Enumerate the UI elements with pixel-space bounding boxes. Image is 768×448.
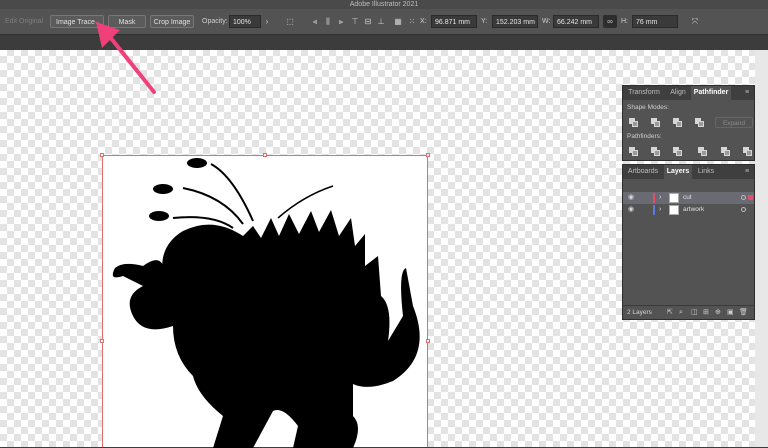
tab-layers[interactable]: Layers [664,165,692,179]
edit-original-button[interactable]: Edit Original [5,15,45,28]
align-bottom-icon[interactable]: ⊥ [376,15,386,28]
align-left-icon[interactable]: ⫷ [310,15,320,28]
expand-button[interactable]: Expand [715,117,753,128]
layer-name[interactable]: artwork [683,204,704,216]
intersect-icon[interactable] [673,118,683,127]
x-input[interactable]: 96.871 mm [431,15,477,28]
selection-handle-ml[interactable] [100,339,104,343]
expand-arrow-icon[interactable]: › [659,192,661,204]
layer-row-artwork[interactable]: ◉ › artwork [623,204,754,216]
divide-icon[interactable] [629,147,639,156]
align-top-icon[interactable]: ⊤ [350,15,360,28]
opacity-input[interactable]: 100% [229,15,261,28]
opacity-label: Opacity: [202,18,228,25]
minus-back-icon[interactable] [743,147,753,156]
new-page-icon[interactable]: ▣ [727,306,734,319]
outline-icon[interactable] [721,147,731,156]
artboard[interactable] [102,155,429,448]
align-center-icon[interactable]: ⫼ [323,15,333,28]
image-trace-label: Image Trace [56,19,95,26]
exclude-icon[interactable] [695,118,705,127]
expand-arrow-icon[interactable]: › [659,204,661,216]
unite-icon[interactable] [629,118,639,127]
w-input[interactable]: 66.242 mm [553,15,599,28]
clipping-mask-icon[interactable]: ◫ [691,306,698,319]
trim-icon[interactable] [651,147,661,156]
pathfinder-panel: Transform Align Pathfinder ≡ Shape Modes… [622,85,755,161]
reference-point-icon[interactable]: ⁙ [406,15,418,28]
merge-icon[interactable] [673,147,683,156]
layer-color-swatch [653,205,655,215]
chevron-right-icon[interactable]: › [262,15,272,28]
transform-options-icon[interactable]: ⤧ [688,15,702,28]
pathfinder-tabs: Transform Align Pathfinder ≡ [623,86,754,100]
shape-modes-label: Shape Modes: [627,104,669,111]
annotation-arrow-icon [96,22,156,94]
tab-pathfinder[interactable]: Pathfinder [691,86,731,100]
layer-color-swatch [653,193,655,203]
vertical-scrollbar[interactable] [755,50,768,447]
new-sublayer-icon[interactable]: ⊞ [703,306,709,319]
eye-icon[interactable]: ◉ [628,204,634,216]
layer-count: 2 Layers [627,309,652,316]
layer-name[interactable]: cut [683,192,692,204]
x-label: X: [420,18,427,25]
link-icon[interactable]: ∞ [603,15,617,28]
pathfinders-label: Pathfinders: [627,133,662,140]
layers-footer: 2 Layers ⇱ ⌕ ◫ ⊞ ⊕ ▣ 🗑 [623,305,754,319]
layers-tabs: Artboards Layers Links ≡ [623,165,754,179]
grid-icon[interactable]: ▦ [392,15,404,28]
layer-thumbnail [669,193,679,203]
crop-icon[interactable] [698,147,708,156]
y-input[interactable]: 152.203 mm [492,15,538,28]
tab-artboards[interactable]: Artboards [623,165,663,179]
y-label: Y: [481,18,488,25]
target-icon[interactable] [741,195,746,200]
selection-handle-tr[interactable] [426,153,430,157]
w-label: W: [542,18,551,25]
selection-handle-tc[interactable] [263,153,267,157]
selection-handle-tl[interactable] [100,153,104,157]
panel-menu-icon[interactable]: ≡ [741,86,753,100]
eye-icon[interactable]: ◉ [628,192,634,204]
align-middle-icon[interactable]: ⊟ [363,15,373,28]
target-icon[interactable] [741,207,746,212]
layer-thumbnail [669,205,679,215]
tab-links[interactable]: Links [693,165,719,179]
monster-silhouette-image[interactable] [103,156,429,448]
align-right-icon[interactable]: ⫸ [336,15,346,28]
panel-menu-icon[interactable]: ≡ [741,165,753,179]
tab-transform[interactable]: Transform [623,86,665,100]
layers-panel: Artboards Layers Links ≡ ◉ › cut ◉ › art… [622,164,755,320]
h-input[interactable]: 76 mm [632,15,678,28]
tab-align[interactable]: Align [666,86,690,100]
h-label: H: [621,18,628,25]
trash-icon[interactable]: 🗑 [739,306,748,319]
export-icon[interactable]: ⇱ [667,306,673,319]
new-layer-icon[interactable]: ⊕ [715,306,721,319]
minus-front-icon[interactable] [651,118,661,127]
window-title: Adobe Illustrator 2021 [0,0,768,9]
selection-handle-mr[interactable] [426,339,430,343]
search-icon[interactable]: ⌕ [679,306,683,319]
layer-row-cut[interactable]: ◉ › cut [623,192,754,204]
selection-indicator-icon[interactable] [748,195,753,200]
transform-icon[interactable]: ⬚ [282,15,298,28]
